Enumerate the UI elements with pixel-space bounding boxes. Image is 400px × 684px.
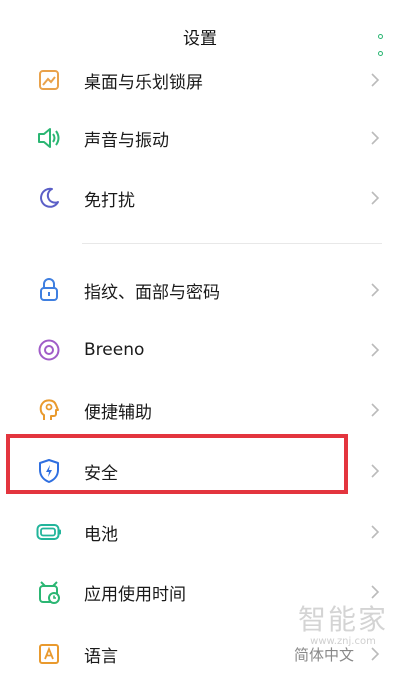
speaker-icon bbox=[36, 125, 62, 151]
watermark: 智能家 www.znj.com bbox=[298, 598, 388, 647]
settings-item-accessibility[interactable]: 便捷辅助 bbox=[0, 380, 400, 440]
settings-item-label: 电池 bbox=[84, 524, 118, 545]
chevron-right-icon bbox=[368, 283, 382, 297]
moon-icon bbox=[36, 185, 62, 211]
settings-item-fingerprint-face-password[interactable]: 指纹、面部与密码 bbox=[0, 260, 400, 320]
settings-item-wallpaper[interactable]: 桌面与乐划锁屏 bbox=[0, 50, 400, 110]
chevron-right-icon bbox=[368, 647, 382, 661]
settings-item-battery[interactable]: 电池 bbox=[0, 502, 400, 562]
battery-icon bbox=[36, 519, 62, 545]
chevron-right-icon bbox=[368, 464, 382, 478]
settings-item-label: 应用使用时间 bbox=[84, 584, 186, 605]
chevron-right-icon bbox=[368, 191, 382, 205]
app-clock-icon bbox=[36, 579, 62, 605]
chevron-right-icon bbox=[368, 343, 382, 357]
language-icon bbox=[36, 641, 62, 667]
settings-item-label: 便捷辅助 bbox=[84, 402, 152, 423]
lock-icon bbox=[36, 277, 62, 303]
settings-item-label: 指纹、面部与密码 bbox=[84, 282, 220, 303]
watermark-url: www.znj.com bbox=[310, 636, 376, 647]
chevron-right-icon bbox=[368, 403, 382, 417]
chevron-right-icon bbox=[368, 525, 382, 539]
settings-item-label: Breeno bbox=[84, 340, 145, 360]
settings-item-label: 桌面与乐划锁屏 bbox=[84, 72, 203, 93]
settings-item-breeno[interactable]: Breeno bbox=[0, 320, 400, 380]
watermark-text: 智能家 bbox=[297, 603, 388, 636]
settings-item-label: 声音与振动 bbox=[84, 130, 169, 151]
dot-icon bbox=[377, 34, 383, 39]
breeno-icon bbox=[36, 337, 62, 363]
chevron-right-icon bbox=[368, 73, 382, 87]
settings-item-label: 语言 bbox=[84, 646, 118, 667]
assist-head-icon bbox=[36, 397, 62, 423]
settings-item-sound[interactable]: 声音与振动 bbox=[0, 108, 400, 168]
settings-item-label: 免打扰 bbox=[84, 190, 135, 211]
page-title: 设置 bbox=[183, 28, 217, 49]
settings-item-do-not-disturb[interactable]: 免打扰 bbox=[0, 168, 400, 228]
highlight-box bbox=[6, 434, 348, 494]
section-divider bbox=[82, 243, 382, 244]
wallpaper-icon bbox=[36, 67, 62, 93]
chevron-right-icon bbox=[368, 131, 382, 145]
chevron-right-icon bbox=[368, 585, 382, 599]
